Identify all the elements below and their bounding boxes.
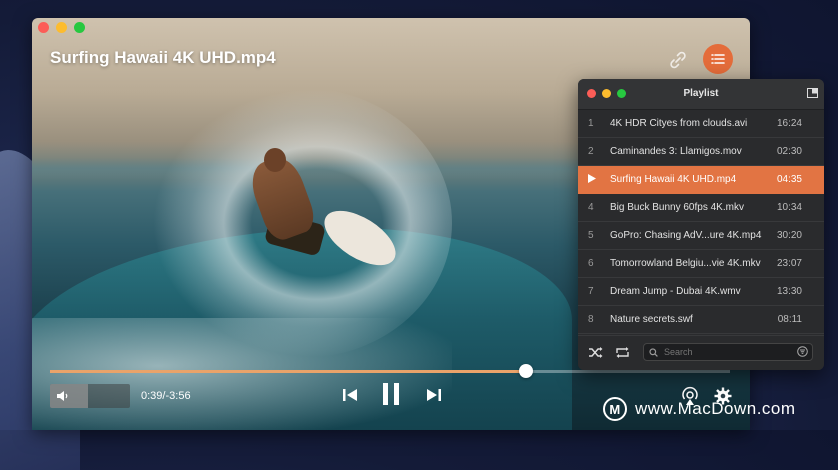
playlist-item[interactable]: 5 GoPro: Chasing AdV...ure 4K.mp4 30:20 [578, 222, 824, 250]
playlist-item-name: GoPro: Chasing AdV...ure 4K.mp4 [610, 230, 762, 241]
playlist-item-name: Nature secrets.swf [610, 314, 693, 325]
playlist-item[interactable]: 4 Big Buck Bunny 60fps 4K.mkv 10:34 [578, 194, 824, 222]
volume-icon [57, 391, 68, 401]
video-title: Surfing Hawaii 4K UHD.mp4 [50, 48, 276, 67]
volume-slider[interactable] [50, 384, 130, 408]
list-icon [711, 54, 725, 64]
playlist-toggle-button[interactable] [703, 44, 733, 74]
playlist-panel: Playlist 1 4K HDR Cityes from clouds.avi 1… [578, 79, 824, 370]
link-icon[interactable] [668, 50, 688, 70]
seek-bar[interactable] [50, 364, 730, 378]
playlist-item[interactable]: 8 Nature secrets.swf 08:11 [578, 306, 824, 334]
remaining-time: -3:56 [165, 390, 191, 402]
playlist-item-duration: 16:24 [776, 118, 802, 129]
playlist-item[interactable]: 6 Tomorrowland Belgiu...vie 4K.mkv 23:07 [578, 250, 824, 278]
watermark-logo: M [603, 397, 627, 421]
play-indicator-icon [588, 174, 600, 186]
playlist-item-duration: 04:35 [776, 174, 802, 185]
playlist-item-name: Surfing Hawaii 4K UHD.mp4 [610, 174, 737, 185]
shuffle-icon[interactable] [588, 346, 603, 359]
video-surfer-head [264, 148, 286, 172]
playlist-item[interactable]: 1 4K HDR Cityes from clouds.avi 16:24 [578, 110, 824, 138]
close-button[interactable] [38, 22, 49, 33]
seek-bar-fill [50, 370, 526, 373]
search-icon [649, 347, 658, 357]
playlist-header: Playlist [578, 79, 824, 110]
playlist-item-number: 5 [588, 230, 594, 241]
playlist-item-duration: 08:11 [777, 314, 802, 325]
playlist-item-number: 1 [588, 118, 594, 129]
search-input[interactable] [662, 346, 786, 358]
current-time: 0:39 [141, 390, 163, 402]
video-foam [32, 318, 452, 430]
playlist-item-duration: 30:20 [776, 230, 802, 241]
time-display: 0:39/-3:56 [141, 390, 191, 402]
playlist-title: Playlist [683, 88, 719, 99]
playlist-item-duration: 10:34 [776, 202, 802, 213]
playlist-item-number: 6 [588, 258, 594, 269]
expand-icon[interactable] [807, 88, 818, 98]
watermark-text: www.MacDown.com [635, 399, 796, 418]
playlist-item-name: 4K HDR Cityes from clouds.avi [610, 118, 748, 129]
playlist-item-number: 4 [588, 202, 594, 213]
next-button[interactable] [425, 387, 443, 403]
playlist-item-name: Dream Jump - Dubai 4K.wmv [610, 286, 741, 297]
playlist-item-duration: 13:30 [776, 286, 802, 297]
window-controls [38, 22, 85, 33]
playlist-item[interactable]: 7 Dream Jump - Dubai 4K.wmv 13:30 [578, 278, 824, 306]
playlist-item[interactable]: 2 Caminandes 3: Llamigos.mov 02:30 [578, 138, 824, 166]
repeat-icon[interactable] [615, 346, 630, 359]
playlist-item-duration: 23:07 [776, 258, 802, 269]
minimize-button[interactable] [56, 22, 67, 33]
playlist-item-name: Tomorrowland Belgiu...vie 4K.mkv [610, 258, 761, 269]
watermark: M www.MacDown.com [603, 397, 796, 421]
previous-button[interactable] [341, 387, 359, 403]
playlist-item-number: 8 [588, 314, 594, 325]
playlist-item[interactable]: Surfing Hawaii 4K UHD.mp4 04:35 [578, 166, 824, 194]
playlist-item-name: Caminandes 3: Llamigos.mov [610, 146, 742, 157]
playlist-item-duration: 02:30 [776, 146, 802, 157]
pause-button[interactable] [381, 382, 401, 406]
seek-bar-handle[interactable] [519, 364, 533, 378]
playlist-item-number: 7 [588, 286, 594, 297]
filter-icon[interactable] [797, 346, 808, 357]
playlist-item-name: Big Buck Bunny 60fps 4K.mkv [610, 202, 744, 213]
playlist-search-field[interactable] [643, 343, 813, 361]
playlist-items: 1 4K HDR Cityes from clouds.avi 16:24 2 Cami… [578, 110, 824, 334]
playlist-footer [578, 335, 824, 370]
playlist-item-number: 2 [588, 146, 594, 157]
zoom-button[interactable] [74, 22, 85, 33]
